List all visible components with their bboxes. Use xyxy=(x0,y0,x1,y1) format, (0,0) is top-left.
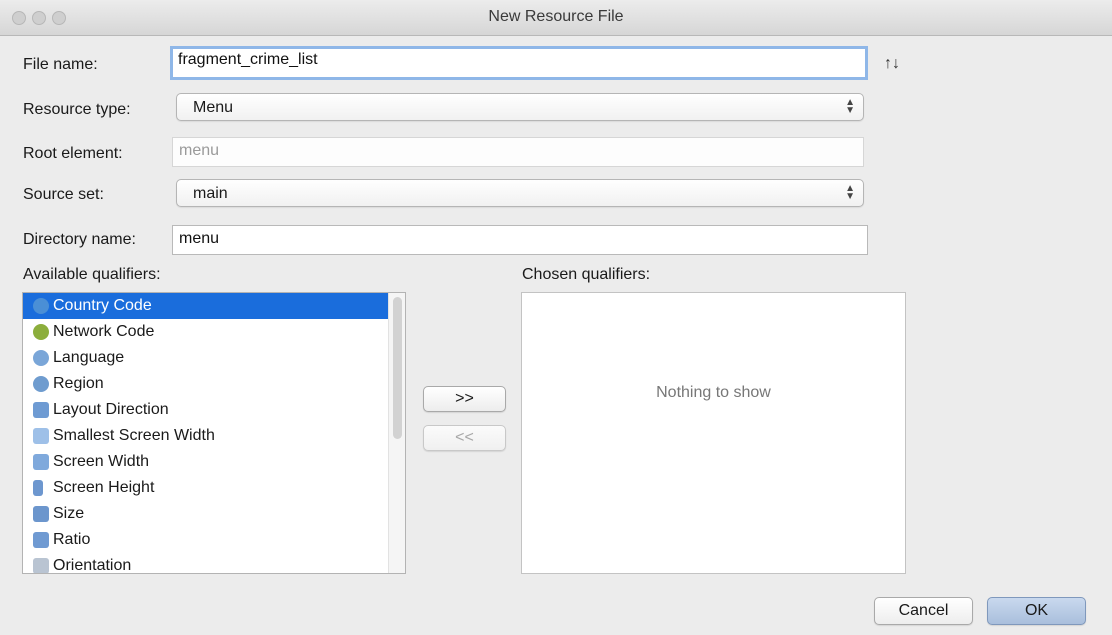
file-name-input[interactable]: fragment_crime_list xyxy=(170,46,868,80)
list-item-label: Smallest Screen Width xyxy=(53,427,215,444)
root-element-value: menu xyxy=(179,142,220,159)
available-qualifiers-label: Available qualifiers: xyxy=(23,266,161,283)
list-item-label: Country Code xyxy=(53,297,152,314)
list-item-language[interactable]: Language xyxy=(23,345,389,371)
ok-button[interactable]: OK xyxy=(987,597,1086,625)
list-item-label: Screen Width xyxy=(53,453,150,470)
remove-qualifier-button[interactable]: << xyxy=(423,425,506,451)
size-icon xyxy=(33,506,49,522)
list-item-label: Ratio xyxy=(53,531,91,548)
chosen-qualifiers-list[interactable]: Nothing to show xyxy=(521,292,906,574)
available-qualifiers-list[interactable]: Country Code Network Code Language Regio… xyxy=(22,292,406,574)
list-item-network-code[interactable]: Network Code xyxy=(23,319,389,345)
root-element-input: menu xyxy=(172,137,864,167)
root-element-label: Root element: xyxy=(23,145,123,162)
resource-type-label: Resource type: xyxy=(23,101,131,118)
window-title: New Resource File xyxy=(488,8,624,25)
country-code-icon xyxy=(33,298,49,314)
directory-name-input[interactable]: menu xyxy=(172,225,868,255)
language-icon xyxy=(33,350,49,366)
list-item-label: Network Code xyxy=(53,323,155,340)
list-item-smallest-screen-width[interactable]: Smallest Screen Width xyxy=(23,423,389,449)
directory-name-label: Directory name: xyxy=(23,231,136,248)
list-item-label: Region xyxy=(53,375,104,392)
file-name-label: File name: xyxy=(23,56,98,73)
cancel-button[interactable]: Cancel xyxy=(874,597,973,625)
list-item-label: Screen Height xyxy=(53,479,155,496)
region-icon xyxy=(33,376,49,392)
screen-width-icon xyxy=(33,454,49,470)
source-set-value: main xyxy=(193,185,228,202)
list-item-label: Orientation xyxy=(53,557,132,574)
list-item-label: Size xyxy=(53,505,85,522)
vertical-scrollbar[interactable] xyxy=(388,293,405,573)
sort-arrows-icon[interactable]: ↑↓ xyxy=(884,55,900,73)
screen-height-icon xyxy=(33,480,43,496)
source-set-select[interactable]: main ▲ ▼ xyxy=(176,179,864,207)
resource-type-value: Menu xyxy=(193,99,234,116)
up-down-chevron-icon: ▲ ▼ xyxy=(845,183,855,202)
list-item-size[interactable]: Size xyxy=(23,501,389,527)
list-item-region[interactable]: Region xyxy=(23,371,389,397)
list-item-layout-direction[interactable]: Layout Direction xyxy=(23,397,389,423)
chosen-qualifiers-label: Chosen qualifiers: xyxy=(522,266,651,283)
empty-state-text: Nothing to show xyxy=(656,384,771,401)
list-item-screen-height[interactable]: Screen Height xyxy=(23,475,389,501)
resource-type-select[interactable]: Menu ▲ ▼ xyxy=(176,93,864,121)
up-down-chevron-icon: ▲ ▼ xyxy=(845,97,855,116)
orientation-icon xyxy=(33,558,49,573)
list-item-label: Layout Direction xyxy=(53,401,169,418)
list-item-label: Language xyxy=(53,349,125,366)
ratio-icon xyxy=(33,532,49,548)
network-code-icon xyxy=(33,324,49,340)
scrollbar-thumb[interactable] xyxy=(393,297,402,439)
list-item-orientation[interactable]: Orientation xyxy=(23,553,389,574)
list-item-screen-width[interactable]: Screen Width xyxy=(23,449,389,475)
source-set-label: Source set: xyxy=(23,186,104,203)
directory-name-value: menu xyxy=(179,230,220,247)
list-item-country-code[interactable]: Country Code xyxy=(23,293,389,319)
title-bar: New Resource File xyxy=(0,0,1112,36)
layout-direction-icon xyxy=(33,402,49,418)
smallest-screen-width-icon xyxy=(33,428,49,444)
file-name-value: fragment_crime_list xyxy=(178,51,318,68)
list-item-ratio[interactable]: Ratio xyxy=(23,527,389,553)
add-qualifier-button[interactable]: >> xyxy=(423,386,506,412)
